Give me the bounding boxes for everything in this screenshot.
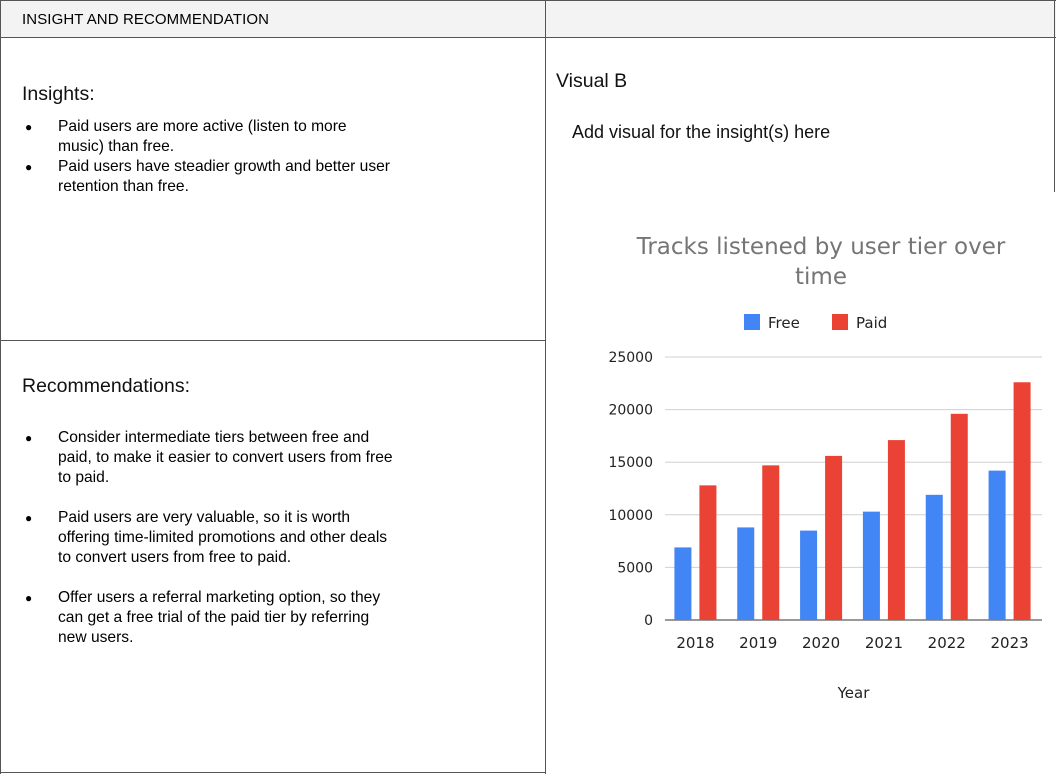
visual-placeholder: Add visual for the insight(s) here — [572, 122, 831, 142]
border-bottom — [0, 772, 545, 773]
list-item: Paid users are more active (listen to mo… — [1, 117, 531, 157]
x-tick-label: 2020 — [802, 634, 840, 652]
x-tick-label: 2021 — [865, 634, 903, 652]
border-middle — [545, 0, 546, 774]
list-item: Consider intermediate tiers between free… — [1, 428, 531, 488]
insights-list: Paid users are more active (listen to mo… — [1, 117, 531, 197]
header-title: INSIGHT AND RECOMMENDATION — [22, 11, 270, 28]
chart-title-line-1: Tracks listened by user tier over — [636, 234, 1006, 260]
bar-free-2022 — [925, 494, 943, 620]
bar-free-2023 — [988, 470, 1006, 620]
bar-free-2021 — [862, 511, 880, 620]
recommendations-title: Recommendations: — [22, 375, 190, 397]
bar-chart: Tracks listened by user tier over time Fre… — [608, 234, 1042, 702]
list-item: Paid users are very valuable, so it is w… — [1, 508, 531, 568]
legend-swatch-paid — [832, 314, 848, 330]
list-item: Paid users have steadier growth and bett… — [1, 157, 531, 197]
chart-container: Tracks listened by user tier over time Fre… — [547, 192, 1056, 774]
y-tick-label: 0 — [644, 613, 653, 629]
border-left-split — [0, 340, 545, 341]
border-right — [1054, 0, 1055, 193]
legend-label-free: Free — [768, 314, 800, 332]
bar-paid-2020 — [825, 455, 843, 620]
y-tick-label: 15000 — [608, 455, 653, 471]
y-tick-label: 25000 — [608, 350, 653, 366]
y-tick-label: 10000 — [608, 508, 653, 524]
border-header-bottom — [0, 37, 1056, 38]
x-tick-label: 2022 — [928, 634, 966, 652]
legend-swatch-free — [744, 314, 760, 330]
x-tick-label: 2023 — [990, 634, 1028, 652]
x-axis-label: Year — [837, 684, 871, 702]
visual-title: Visual B — [556, 70, 628, 92]
y-tick-label: 20000 — [608, 403, 653, 419]
bar-free-2019 — [737, 527, 755, 620]
bar-paid-2021 — [887, 440, 905, 620]
x-tick-label: 2018 — [676, 634, 714, 652]
recommendations-list: Consider intermediate tiers between free… — [1, 428, 531, 648]
legend-label-paid: Paid — [856, 314, 887, 332]
bar-paid-2022 — [950, 413, 968, 620]
bar-free-2020 — [800, 530, 818, 620]
chart-title-line-2: time — [795, 264, 847, 290]
bar-free-2018 — [674, 547, 692, 620]
document-frame: INSIGHT AND RECOMMENDATION Insights: Pai… — [0, 0, 1056, 774]
list-item: Offer users a referral marketing option,… — [1, 588, 531, 648]
y-tick-label: 5000 — [617, 560, 653, 576]
border-top — [0, 0, 1056, 1]
bar-paid-2023 — [1013, 382, 1031, 620]
bar-paid-2019 — [762, 465, 780, 620]
bar-paid-2018 — [699, 485, 717, 620]
insights-title: Insights: — [22, 83, 95, 105]
x-tick-label: 2019 — [739, 634, 777, 652]
